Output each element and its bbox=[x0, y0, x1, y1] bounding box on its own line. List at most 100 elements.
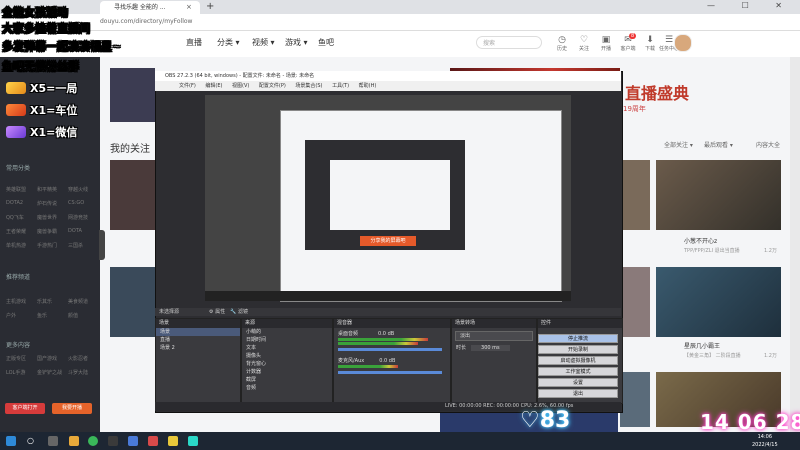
sidebar-category-item[interactable]: 王者荣耀 bbox=[6, 228, 26, 235]
scene-item[interactable]: 直播 bbox=[156, 336, 240, 344]
sidebar-category-item[interactable]: 魔兽争霸 bbox=[37, 228, 57, 235]
nav-category[interactable]: 分类 ▾ bbox=[217, 37, 240, 48]
properties-button[interactable]: ⚙ 属性 bbox=[209, 309, 225, 315]
virtual-camera-button[interactable]: 启动虚拟摄像机 bbox=[538, 356, 618, 365]
sidebar-more-item[interactable]: 火影忍者 bbox=[68, 355, 88, 362]
browser-tab[interactable]: 寻找乐趣 全能的 ... bbox=[100, 1, 200, 14]
mixer-track-desktop: 桌面音频 0.0 dB bbox=[334, 330, 450, 338]
reward-3: X1=微信 bbox=[30, 126, 78, 139]
taskbar-clock[interactable]: 14:06 2022/4/15 bbox=[752, 433, 778, 449]
sidebar-more-item[interactable]: 金铲铲之战 bbox=[37, 369, 62, 376]
nav-live[interactable]: 直播 bbox=[186, 37, 202, 48]
stream-thumbnail[interactable] bbox=[620, 372, 650, 427]
sidebar-category-item[interactable]: 魔兽世界 bbox=[37, 214, 57, 221]
source-item[interactable]: 文本 bbox=[242, 344, 332, 352]
app-icon[interactable] bbox=[128, 436, 138, 446]
scene-item[interactable]: 场景 2 bbox=[156, 344, 240, 352]
sidebar-more-item[interactable]: 斗罗大陆 bbox=[68, 369, 88, 376]
app-icon[interactable] bbox=[188, 436, 198, 446]
stream-thumbnail[interactable] bbox=[656, 267, 781, 337]
tab-close-icon[interactable]: × bbox=[186, 1, 192, 14]
nav-fishbar[interactable]: 鱼吧 bbox=[318, 37, 334, 48]
stream-thumbnail[interactable] bbox=[620, 267, 650, 337]
sidebar-category-item[interactable]: DOTA2 bbox=[6, 200, 23, 206]
filters-button[interactable]: 🔧 滤镜 bbox=[230, 309, 248, 315]
user-avatar[interactable] bbox=[674, 34, 692, 52]
source-item[interactable]: 小萌的 bbox=[242, 328, 332, 336]
broadcast-icon[interactable]: ▣ 开播 bbox=[595, 35, 617, 52]
start-icon[interactable] bbox=[6, 436, 16, 446]
file-explorer-icon[interactable] bbox=[69, 436, 79, 446]
card-viewers: 1.2万 bbox=[764, 248, 777, 254]
sidebar-category-item[interactable]: 和平精英 bbox=[37, 186, 57, 193]
sidebar-category-item[interactable]: 炉石传说 bbox=[37, 200, 57, 207]
window-controls[interactable]: — ☐ ✕ bbox=[707, 1, 794, 10]
filter-last-watch[interactable]: 最后观看 ▾ bbox=[704, 140, 733, 149]
sidebar-category-item[interactable]: QQ飞车 bbox=[6, 214, 24, 221]
volume-slider[interactable] bbox=[338, 371, 442, 374]
share-screen-button[interactable]: 分享我的屏幕吧 bbox=[360, 236, 416, 246]
sidebar-category-item[interactable]: DOTA bbox=[68, 228, 82, 234]
app-icon[interactable] bbox=[148, 436, 158, 446]
start-record-button[interactable]: 开始录制 bbox=[538, 345, 618, 354]
obs-icon[interactable] bbox=[108, 436, 118, 446]
url-field[interactable]: douyu.com/directory/myFollow bbox=[100, 16, 400, 27]
sidebar-category-item[interactable]: 手游热门 bbox=[37, 242, 57, 249]
nav-game[interactable]: 游戏 ▾ bbox=[285, 37, 308, 48]
duration-input[interactable]: 300 ms bbox=[471, 345, 510, 351]
sidebar-recommend-item[interactable]: 美食频道 bbox=[68, 298, 88, 305]
sidebar-collapse-handle[interactable] bbox=[99, 230, 105, 260]
card-title[interactable]: 小葱不开心z bbox=[684, 236, 717, 245]
stream-thumbnail[interactable] bbox=[620, 160, 650, 230]
nav-video[interactable]: 视频 ▾ bbox=[252, 37, 275, 48]
source-item[interactable]: 摄像头 bbox=[242, 352, 332, 360]
sidebar-recommend-item[interactable]: 乐其乐 bbox=[37, 298, 52, 305]
sidebar-category-item[interactable]: 英雄联盟 bbox=[6, 186, 26, 193]
new-tab-button[interactable]: + bbox=[206, 0, 214, 14]
sidebar-category-item[interactable]: 穿越火线 bbox=[68, 186, 88, 193]
studio-mode-button[interactable]: 工作室模式 bbox=[538, 367, 618, 376]
search-icon[interactable]: ○ bbox=[27, 436, 37, 446]
open-client-button[interactable]: 客户端打开 bbox=[5, 403, 45, 414]
source-item[interactable]: 日期时间 bbox=[242, 336, 332, 344]
sidebar-category-item[interactable]: CS:GO bbox=[68, 200, 84, 206]
card-subtitle: 【黄金三角】 二阶段直播 bbox=[684, 353, 741, 359]
banner-left-image[interactable] bbox=[110, 68, 155, 122]
stop-stream-button[interactable]: 停止推流 bbox=[538, 334, 618, 343]
sidebar-category-item[interactable]: 单机热游 bbox=[6, 242, 26, 249]
filter-all-follow[interactable]: 全部关注 ▾ bbox=[664, 140, 693, 149]
chrome-icon[interactable] bbox=[88, 436, 98, 446]
audio-meter bbox=[338, 338, 428, 341]
sidebar-more-item[interactable]: 正版专区 bbox=[6, 355, 26, 362]
history-icon[interactable]: ◷ 历史 bbox=[551, 35, 573, 52]
nested-preview-site bbox=[330, 160, 450, 230]
scene-item[interactable]: 场景 bbox=[156, 328, 240, 336]
settings-button[interactable]: 设置 bbox=[538, 378, 618, 387]
stream-thumbnail[interactable] bbox=[110, 160, 155, 230]
source-item[interactable]: 音频 bbox=[242, 384, 332, 392]
search-input[interactable]: 搜索 bbox=[476, 36, 542, 49]
stream-thumbnail[interactable] bbox=[110, 267, 155, 337]
sidebar-recommend-item[interactable]: 主机游戏 bbox=[6, 298, 26, 305]
filter-content[interactable]: 内容大全 bbox=[756, 140, 780, 149]
app-icon[interactable] bbox=[168, 436, 178, 446]
stream-thumbnail[interactable] bbox=[656, 160, 781, 230]
exit-button[interactable]: 退出 bbox=[538, 389, 618, 398]
sidebar-recommend-item[interactable]: 户外 bbox=[6, 312, 16, 319]
follow-icon[interactable]: ♡ 关注 bbox=[573, 35, 595, 52]
task-view-icon[interactable] bbox=[48, 436, 58, 446]
source-item[interactable]: 背光窗心 bbox=[242, 360, 332, 368]
sidebar-category-item[interactable]: 三国杀 bbox=[68, 242, 83, 249]
page-scrollbar[interactable] bbox=[790, 57, 800, 432]
sidebar-recommend-item[interactable]: 颜值 bbox=[68, 312, 78, 319]
volume-slider[interactable] bbox=[338, 348, 442, 351]
go-live-button[interactable]: 我要开播 bbox=[52, 403, 92, 414]
source-item[interactable]: 截屏 bbox=[242, 376, 332, 384]
source-item[interactable]: 计数器 bbox=[242, 368, 332, 376]
sidebar-recommend-item[interactable]: 鱼乐 bbox=[37, 312, 47, 319]
sidebar-more-item[interactable]: LOL手游 bbox=[6, 369, 25, 376]
transition-select[interactable]: 淡出 bbox=[455, 331, 533, 341]
sidebar-more-item[interactable]: 国产游戏 bbox=[37, 355, 57, 362]
sidebar-category-item[interactable]: 网游竞技 bbox=[68, 214, 88, 221]
card-title[interactable]: 星辰几小霸王 bbox=[684, 341, 720, 350]
